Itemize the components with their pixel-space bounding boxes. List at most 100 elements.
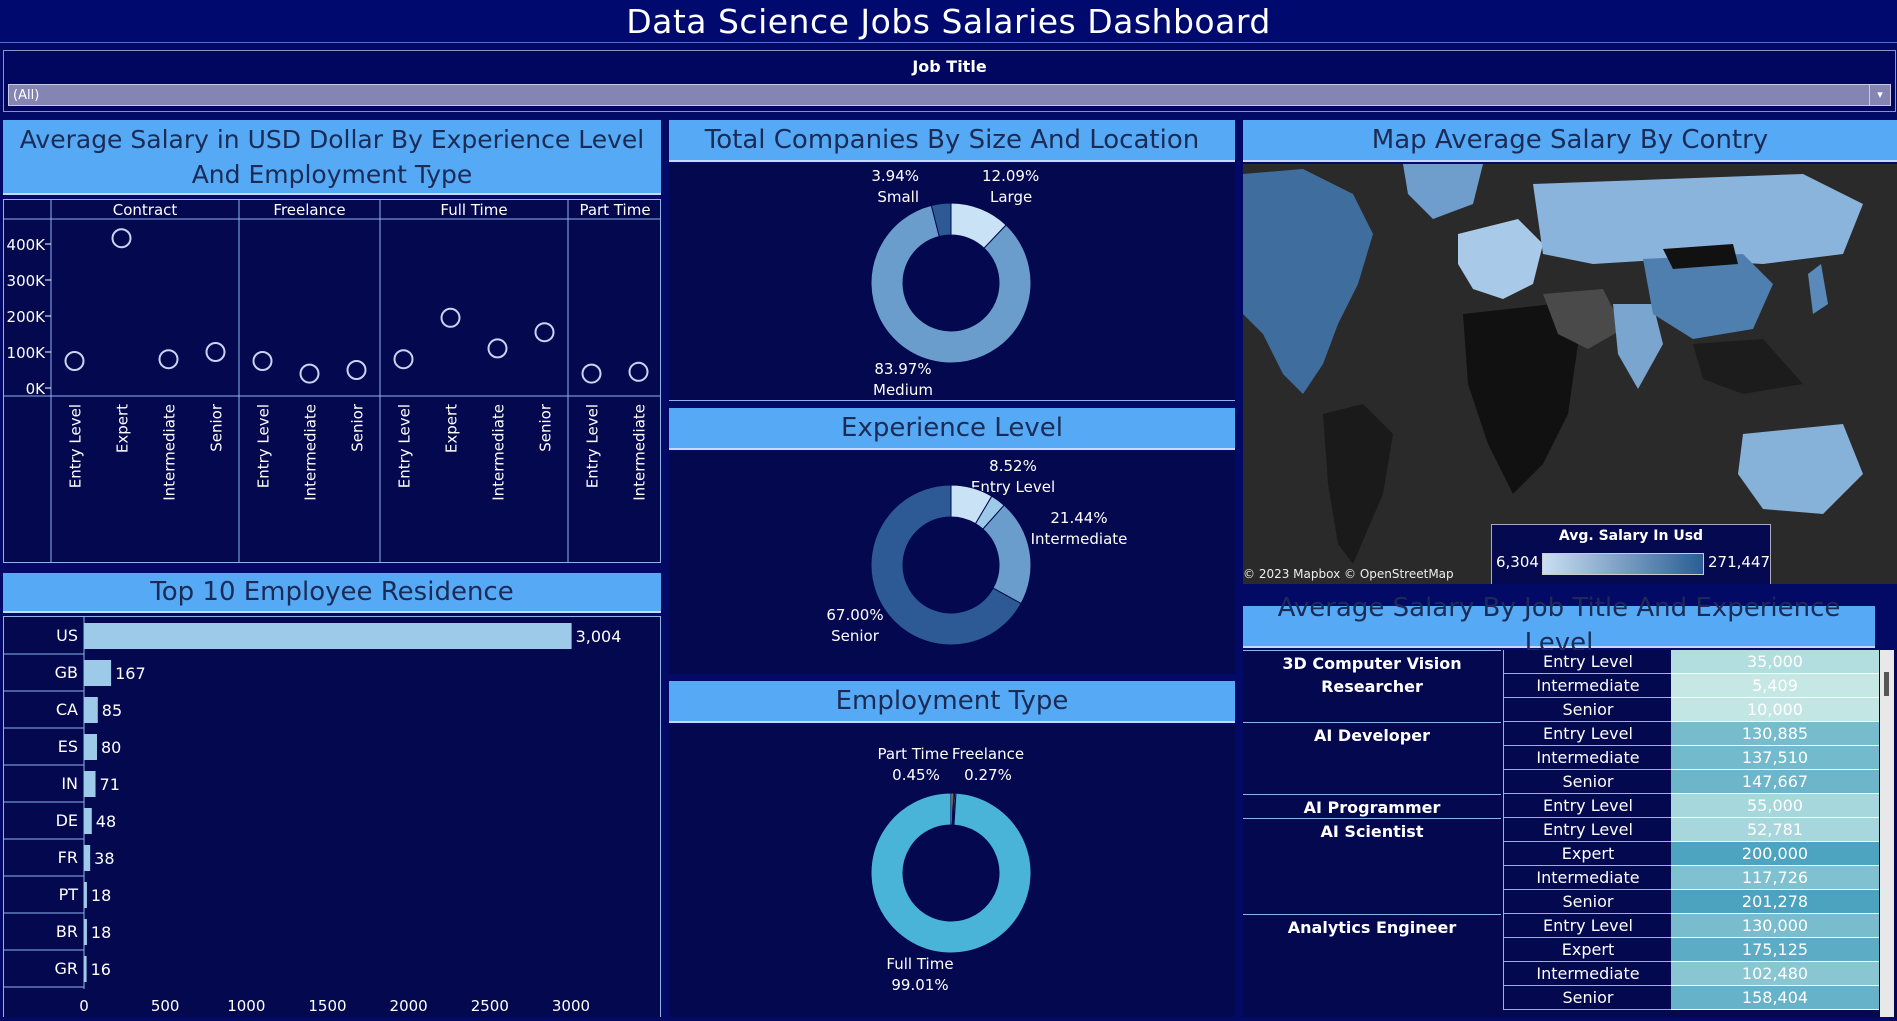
table-level-cell: Senior <box>1503 986 1672 1010</box>
scatter-x-tick: Expert <box>443 404 461 453</box>
map-legend: Avg. Salary In Usd 6,304 271,447 <box>1491 524 1771 584</box>
bar-value-label: 38 <box>94 849 114 868</box>
job-title-dropdown[interactable]: (All) ▾ <box>8 84 1891 106</box>
scatter-y-tick: 200K <box>7 308 47 326</box>
bar-x-tick: 3000 <box>552 997 590 1015</box>
scrollbar-thumb[interactable] <box>1884 672 1889 696</box>
scatter-group-header: Contract <box>113 201 178 219</box>
bar-category-label: FR <box>58 848 78 867</box>
donut-slice <box>870 792 1032 954</box>
companies-donut-chart: 3.94% Small 12.09% Large 83.97% Medium <box>870 167 1039 399</box>
world-map[interactable]: © 2023 Mapbox © OpenStreetMap Avg. Salar… <box>1243 164 1897 584</box>
table-salary-cell[interactable]: 137,510 <box>1671 746 1879 770</box>
table-level-cell: Senior <box>1503 698 1672 722</box>
map-japan <box>1808 264 1828 314</box>
bar-x-tick: 1000 <box>227 997 265 1015</box>
scatter-point <box>393 349 414 370</box>
table-salary-cell[interactable]: 147,667 <box>1671 770 1879 794</box>
bar <box>84 697 98 723</box>
table-salary-cell[interactable]: 52,781 <box>1671 818 1879 842</box>
employment-panel: Part Time 0.45% Freelance 0.27% Full Tim… <box>669 725 1235 1017</box>
scatter-group-header: Freelance <box>273 201 345 219</box>
map-title-text: Map Average Salary By Contry <box>1371 124 1769 155</box>
table-salary-cell[interactable]: 55,000 <box>1671 794 1879 818</box>
table-salary-cell[interactable]: 200,000 <box>1671 842 1879 866</box>
medium-name-label: Medium <box>873 381 933 399</box>
bar-category-label: IN <box>61 774 78 793</box>
residence-panel: US 3,004 GB 167 CA 85 ES 80 IN 71 DE 48 FR 38 PT 18 BR 18… <box>3 616 661 1017</box>
residence-bar-chart: US 3,004 GB 167 CA 85 ES 80 IN 71 DE 48 FR 38 PT 18 BR 18… <box>4 617 621 1015</box>
dashboard-title-bar: Data Science Jobs Salaries Dashboard <box>0 0 1897 43</box>
fulltime-name-label: Full Time <box>886 955 953 973</box>
companies-panel: 3.94% Small 12.09% Large 83.97% Medium <box>669 164 1235 401</box>
companies-title-text: Total Companies By Size And Location <box>704 124 1200 155</box>
scatter-x-tick: Intermediate <box>631 404 649 501</box>
bar-x-tick: 1500 <box>308 997 346 1015</box>
table-scrollbar[interactable] <box>1880 650 1894 1017</box>
experience-donut-chart: 8.52% Entry Level 21.44% Intermediate 67… <box>826 457 1127 646</box>
bar-value-label: 18 <box>91 923 111 942</box>
scatter-chart: 400K 300K 200K 100K 0K Contract Entry Level Exp… <box>4 200 663 562</box>
scatter-point <box>487 338 508 359</box>
scatter-x-tick: Entry Level <box>396 404 414 488</box>
scatter-x-tick: Entry Level <box>255 404 273 488</box>
bar-category-label: GB <box>55 663 78 682</box>
table-job-title-cell: 3D Computer Vision Researcher <box>1243 650 1501 698</box>
map-china <box>1643 254 1773 339</box>
scatter-point <box>299 363 320 384</box>
job-salary-table[interactable]: Entry Level 35,000 3D Computer Vision Rese… <box>1243 650 1897 1017</box>
map-canvas <box>1243 164 1863 564</box>
small-pct-label: 3.94% <box>871 167 919 185</box>
senior-name-label: Senior <box>831 627 880 645</box>
map-europe <box>1458 219 1543 299</box>
scatter-x-tick: Intermediate <box>302 404 320 501</box>
table-level-cell: Entry Level <box>1503 794 1672 818</box>
parttime-pct-label: 0.45% <box>892 766 940 784</box>
table-level-cell: Entry Level <box>1503 722 1672 746</box>
scatter-point <box>111 228 132 249</box>
chevron-down-icon[interactable]: ▾ <box>1869 85 1890 105</box>
table-salary-cell[interactable]: 102,480 <box>1671 962 1879 986</box>
table-salary-cell[interactable]: 117,726 <box>1671 866 1879 890</box>
bar-category-label: ES <box>58 737 78 756</box>
bar-category-label: US <box>56 626 78 645</box>
map-australia <box>1738 424 1863 514</box>
bar-x-tick: 500 <box>151 997 180 1015</box>
large-name-label: Large <box>990 188 1032 206</box>
table-level-cell: Senior <box>1503 890 1672 914</box>
scatter-point <box>158 349 179 370</box>
table-salary-cell[interactable]: 201,278 <box>1671 890 1879 914</box>
table-salary-cell[interactable]: 130,885 <box>1671 722 1879 746</box>
table-salary-cell[interactable]: 158,404 <box>1671 986 1879 1010</box>
scatter-x-tick: Senior <box>208 403 226 452</box>
table-salary-cell[interactable]: 10,000 <box>1671 698 1879 722</box>
table-job-title-cell: AI Scientist <box>1243 818 1501 843</box>
table-salary-cell[interactable]: 130,000 <box>1671 914 1879 938</box>
bar-category-label: BR <box>56 922 78 941</box>
table-level-cell: Intermediate <box>1503 746 1672 770</box>
filter-value: (All) <box>13 88 40 103</box>
table-salary-cell[interactable]: 175,125 <box>1671 938 1879 962</box>
legend-title: Avg. Salary In Usd <box>1558 528 1704 544</box>
residence-title-text: Top 10 Employee Residence <box>150 576 514 607</box>
bar <box>84 845 91 871</box>
scatter-panel-title: Average Salary in USD Dollar By Experien… <box>3 120 661 195</box>
bar <box>84 660 112 686</box>
bar <box>84 956 87 982</box>
table-job-title-cell: Analytics Engineer <box>1243 914 1501 939</box>
legend-max: 271,447 <box>1708 553 1771 571</box>
table-level-cell: Entry Level <box>1503 650 1672 674</box>
scatter-point <box>440 307 461 328</box>
bar-value-label: 80 <box>101 738 121 757</box>
scatter-y-tick: 300K <box>7 272 47 290</box>
intermediate-pct-label: 21.44% <box>1050 509 1107 527</box>
table-salary-cell[interactable]: 35,000 <box>1671 650 1879 674</box>
scatter-point <box>252 351 273 371</box>
table-salary-cell[interactable]: 5,409 <box>1671 674 1879 698</box>
employment-title-text: Employment Type <box>835 685 1069 716</box>
freelance-name-label: Freelance <box>952 745 1024 763</box>
scatter-x-tick: Entry Level <box>584 404 602 488</box>
table-level-cell: Intermediate <box>1503 674 1672 698</box>
filter-label: Job Title <box>912 57 987 76</box>
experience-title-text: Experience Level <box>841 412 1063 443</box>
